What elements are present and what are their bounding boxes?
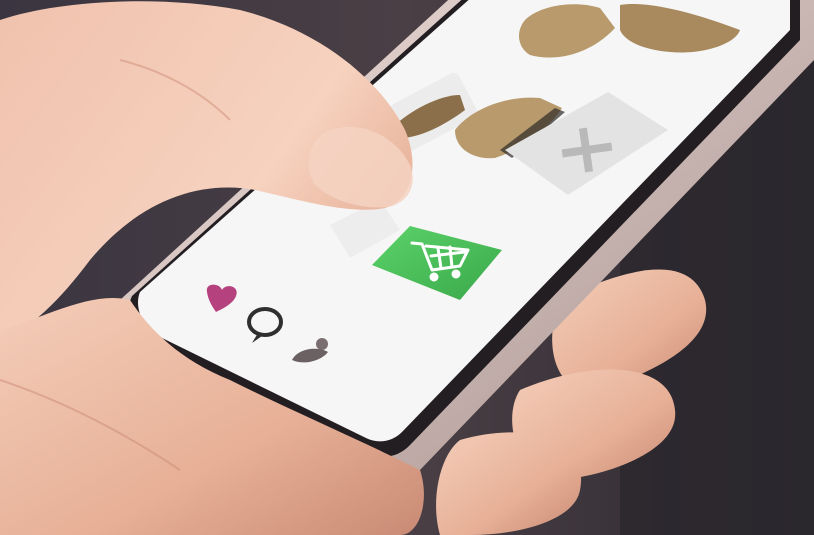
photo-scene: [0, 0, 814, 535]
profile-icon: [316, 338, 328, 350]
photo-illustration: [0, 0, 814, 535]
